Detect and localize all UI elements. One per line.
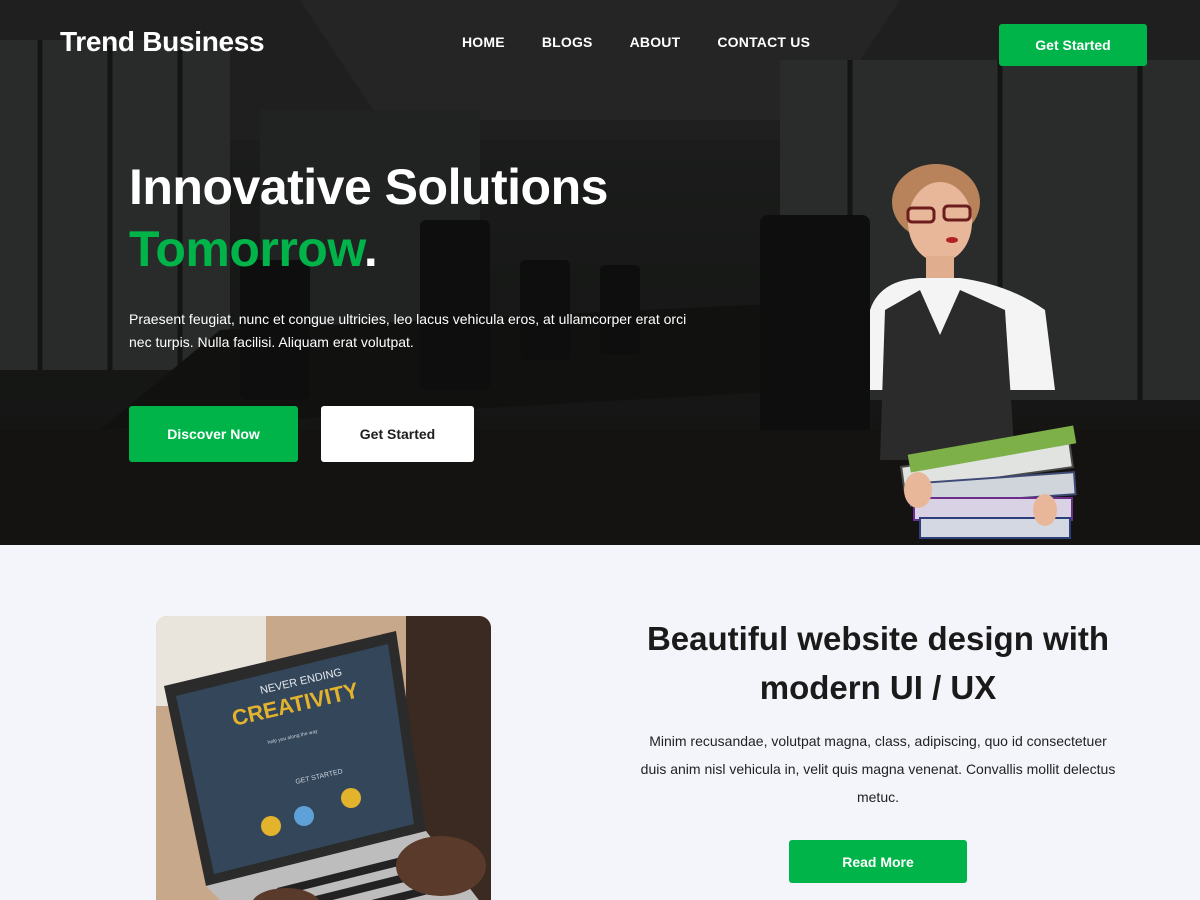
hero-get-started-button[interactable]: Get Started bbox=[321, 406, 474, 462]
nav-item-blogs[interactable]: BLOGS bbox=[542, 34, 593, 50]
laptop-illustration: NEVER ENDING CREATIVITY help you along t… bbox=[156, 616, 491, 900]
hero-title-accent: Tomorrow bbox=[129, 221, 364, 277]
hero-description: Praesent feugiat, nunc et congue ultrici… bbox=[129, 311, 687, 350]
main-nav: HOME BLOGS ABOUT CONTACT US bbox=[462, 34, 810, 50]
discover-now-button[interactable]: Discover Now bbox=[129, 406, 298, 462]
screen-chart-icon-3 bbox=[341, 788, 361, 808]
nav-item-contact-us[interactable]: CONTACT US bbox=[717, 34, 810, 50]
read-more-button[interactable]: Read More bbox=[789, 840, 967, 883]
nav-item-about[interactable]: ABOUT bbox=[630, 34, 681, 50]
header-get-started-button[interactable]: Get Started bbox=[999, 24, 1147, 66]
hero-title-dot: . bbox=[363, 221, 378, 277]
laptop-image: NEVER ENDING CREATIVITY help you along t… bbox=[156, 616, 491, 900]
screen-chart-icon-2 bbox=[294, 806, 314, 826]
hero-title-line1: Innovative Solutions bbox=[129, 159, 608, 215]
woman-with-binders-image bbox=[870, 164, 1077, 539]
feature-description: Minim recusandae, volutpat magna, class,… bbox=[640, 733, 1116, 805]
nav-item-home[interactable]: HOME bbox=[462, 34, 505, 50]
site-logo[interactable]: Trend Business bbox=[60, 26, 265, 58]
hero-title-line2: Tomorrow. bbox=[129, 220, 378, 278]
screen-chart-icon-1 bbox=[261, 816, 281, 836]
feature-title: Beautiful website design with modern UI … bbox=[646, 620, 1110, 706]
hero-section: Trend Business HOME BLOGS ABOUT CONTACT … bbox=[0, 0, 1200, 545]
